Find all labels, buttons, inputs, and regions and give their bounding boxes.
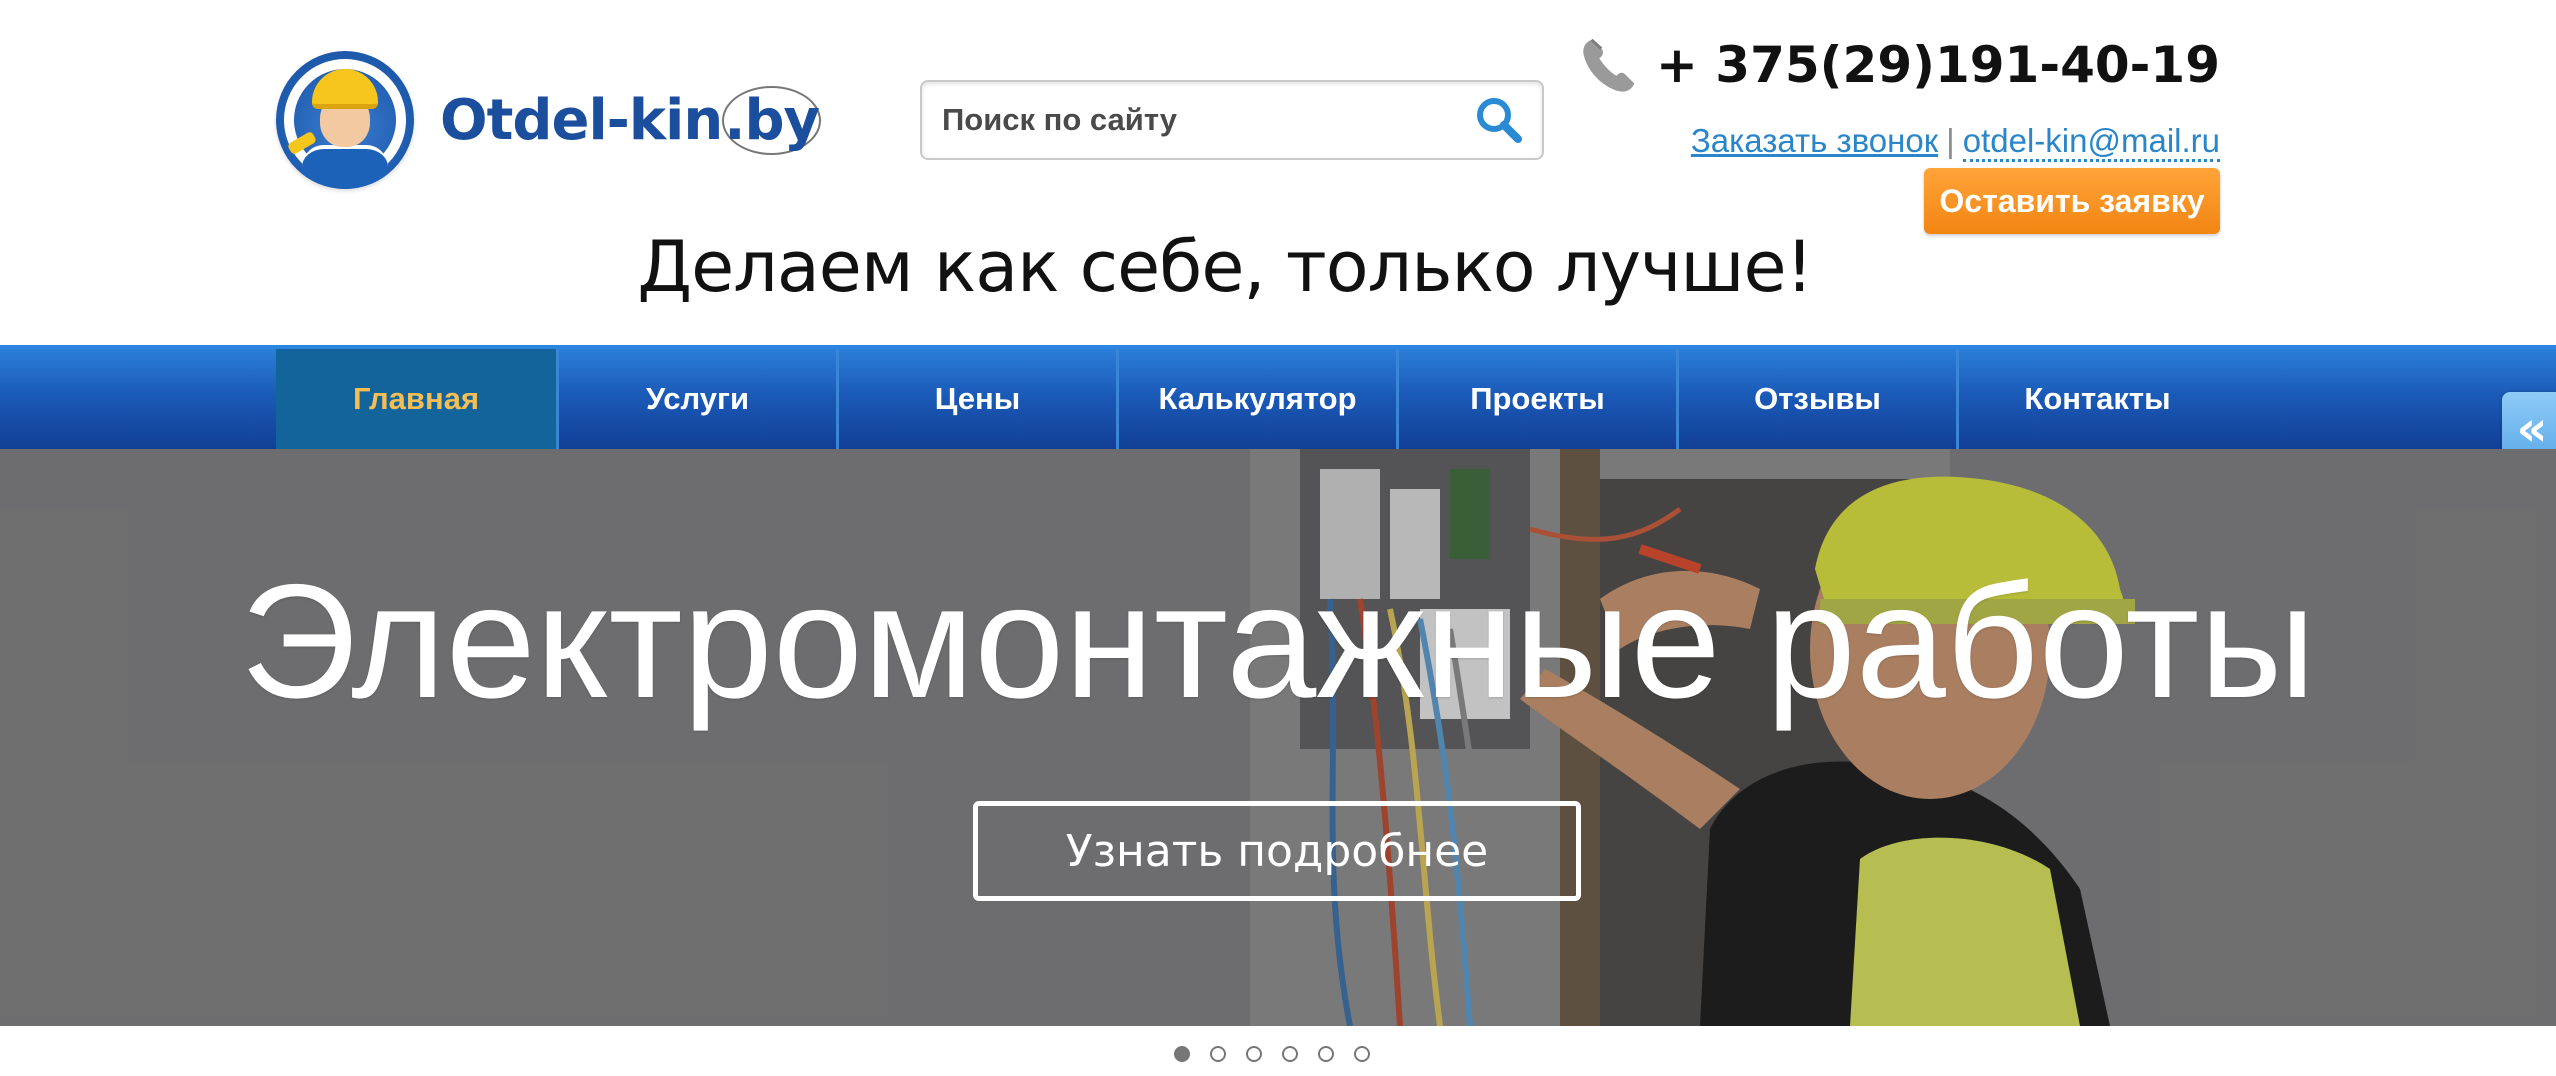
search-input[interactable] (940, 82, 1460, 158)
hero-title: Электромонтажные работы (240, 551, 2316, 732)
site-header: Otdel-kin.by + 375(29)191-40-19 Заказать (0, 0, 2556, 345)
phone-row: + 375(29)191-40-19 (1578, 30, 2220, 100)
nav-items: Главная Услуги Цены Калькулятор Проекты … (276, 349, 2236, 449)
hero-overlay (0, 449, 2556, 1026)
nav-item-prices[interactable]: Цены (836, 349, 1116, 449)
logo-text: Otdel-kin.by (440, 85, 822, 155)
email-link[interactable]: otdel-kin@mail.ru (1962, 122, 2220, 162)
main-nav: Главная Услуги Цены Калькулятор Проекты … (0, 345, 2556, 449)
slider-dot-2[interactable] (1210, 1046, 1226, 1062)
slider-pagination (1174, 1046, 1370, 1062)
slider-dot-6[interactable] (1354, 1046, 1370, 1062)
logo-text-suffix: .by (722, 85, 822, 155)
nav-item-home[interactable]: Главная (276, 349, 556, 449)
logo-text-main: Otdel-kin (440, 87, 723, 153)
hero-slider: Электромонтажные работы Узнать подробнее (0, 449, 2556, 1026)
slider-dot-5[interactable] (1318, 1046, 1334, 1062)
phone-number[interactable]: + 375(29)191-40-19 (1656, 36, 2220, 94)
order-call-link[interactable]: Заказать звонок (1691, 122, 1938, 159)
link-separator: | (1946, 122, 1955, 159)
phone-handset-icon (1583, 38, 1635, 92)
slider-dot-1[interactable] (1174, 1046, 1190, 1062)
nav-item-services[interactable]: Услуги (556, 349, 836, 449)
slider-dot-4[interactable] (1282, 1046, 1298, 1062)
nav-item-calculator[interactable]: Калькулятор (1116, 349, 1396, 449)
leave-request-button[interactable]: Оставить заявку (1924, 168, 2220, 234)
slider-dot-3[interactable] (1246, 1046, 1262, 1062)
learn-more-button[interactable]: Узнать подробнее (973, 801, 1581, 901)
slogan: Делаем как себе, только лучше! (637, 226, 1813, 308)
nav-item-projects[interactable]: Проекты (1396, 349, 1676, 449)
page: Otdel-kin.by + 375(29)191-40-19 Заказать (0, 0, 2556, 1076)
handyman-mascot-icon (276, 51, 414, 189)
site-logo[interactable]: Otdel-kin.by (276, 50, 822, 190)
contact-block: + 375(29)191-40-19 Заказать звонок | otdel… (1520, 22, 2220, 242)
nav-item-contacts[interactable]: Контакты (1956, 349, 2236, 449)
contact-links: Заказать звонок | otdel-kin@mail.ru (1691, 122, 2220, 172)
nav-item-reviews[interactable]: Отзывы (1676, 349, 1956, 449)
search-box (920, 80, 1544, 160)
